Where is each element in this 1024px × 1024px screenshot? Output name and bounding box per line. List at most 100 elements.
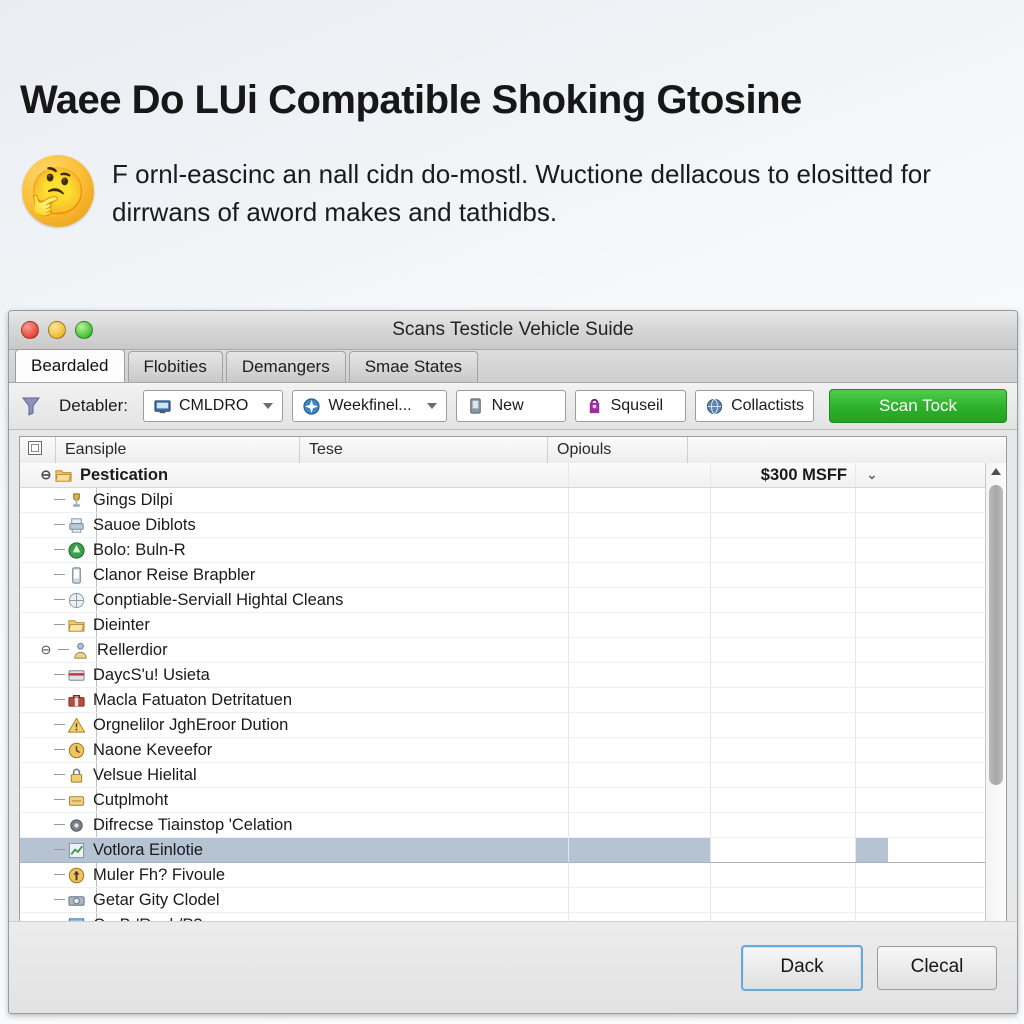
tab-demangers[interactable]: Demangers bbox=[225, 351, 346, 382]
page-title: Waee Do LUi Compatible Shoking Gtosine bbox=[20, 78, 802, 122]
table-row[interactable]: DaycS'u! Usieta bbox=[20, 663, 1006, 688]
scroll-up-arrow[interactable] bbox=[986, 463, 1006, 480]
collactists-button[interactable]: Collactists bbox=[695, 390, 814, 422]
tree-header-grid-toggle[interactable] bbox=[20, 437, 56, 463]
globe-icon bbox=[705, 397, 724, 416]
thinking-face-emoji: 🤔 bbox=[22, 155, 94, 227]
table-row[interactable]: Votlora Einlotie bbox=[20, 838, 1006, 863]
window-controls bbox=[9, 321, 93, 339]
lock-icon bbox=[67, 766, 86, 785]
table-row[interactable]: ⊖ Pestication $300 MSFF ⌄ bbox=[20, 463, 1006, 488]
row-value: $300 MSFF bbox=[710, 463, 855, 487]
vertical-scroll-thumb[interactable] bbox=[989, 485, 1003, 785]
chart-icon bbox=[67, 841, 86, 860]
article-intro: 🤔 F ornl-eascinc an nall cidn do-mostl. … bbox=[22, 155, 1007, 231]
app-window: Scans Testicle Vehicle Suide Beardaled F… bbox=[8, 310, 1018, 1014]
gear-icon bbox=[67, 816, 86, 835]
arrow-up-icon bbox=[67, 866, 86, 885]
person-icon bbox=[71, 641, 90, 660]
folder-open-icon bbox=[54, 466, 73, 485]
row-label: Clanor Reise Brapbler bbox=[93, 565, 256, 584]
table-row[interactable]: Sauoe Diblots bbox=[20, 513, 1006, 538]
collactists-button-label: Collactists bbox=[731, 397, 804, 414]
compass-icon bbox=[302, 397, 321, 416]
clock-icon bbox=[67, 741, 86, 760]
bag-icon bbox=[585, 397, 604, 416]
collapse-toggle-icon[interactable]: ⊖ bbox=[38, 467, 54, 483]
tree-header: Eansiple Tese Opiouls bbox=[20, 437, 1006, 464]
wheel-combo[interactable]: Weekfinel... bbox=[292, 390, 447, 422]
trophy-icon bbox=[67, 491, 86, 510]
table-row[interactable]: Gings Dilpi bbox=[20, 488, 1006, 513]
column-header-tese[interactable]: Tese bbox=[300, 437, 548, 463]
row-label: Gings Dilpi bbox=[93, 490, 173, 509]
table-row[interactable]: Dieinter bbox=[20, 613, 1006, 638]
squseil-button-label: Squseil bbox=[610, 397, 664, 414]
monitor-icon bbox=[153, 397, 172, 416]
camera-icon bbox=[67, 891, 86, 910]
new-button-label: New bbox=[491, 397, 524, 414]
table-row[interactable]: Velsue Hielital bbox=[20, 763, 1006, 788]
page-root: Waee Do LUi Compatible Shoking Gtosine 🤔… bbox=[0, 0, 1024, 1024]
table-row[interactable]: Clanor Reise Brapbler bbox=[20, 563, 1006, 588]
row-label: Dieinter bbox=[93, 615, 150, 634]
device-icon bbox=[466, 397, 485, 416]
vehicle-combo[interactable]: CMLDRO bbox=[142, 390, 284, 422]
toolbar-label: Detabler: bbox=[59, 396, 128, 415]
row-label: Naone Keveefor bbox=[93, 740, 213, 759]
squseil-button[interactable]: Squseil bbox=[574, 390, 687, 422]
row-label: Pestication bbox=[80, 465, 169, 484]
inbox-icon bbox=[67, 791, 86, 810]
maximize-button[interactable] bbox=[75, 321, 93, 339]
row-label: Macla Fatuaton Detritatuen bbox=[93, 690, 293, 709]
toolbox-icon bbox=[67, 691, 86, 710]
tab-smae-states[interactable]: Smae States bbox=[348, 351, 479, 382]
table-row[interactable]: Conptiable-Serviall Hightal Cleans bbox=[20, 588, 1006, 613]
column-header-spacer bbox=[688, 437, 718, 463]
tab-flobities[interactable]: Flobities bbox=[127, 351, 223, 382]
table-row[interactable]: ⊖ Rellerdior bbox=[20, 638, 1006, 663]
grid-icon bbox=[28, 441, 42, 455]
table-row[interactable]: Macla Fatuaton Detritatuen bbox=[20, 688, 1006, 713]
tab-bar: Beardaled Flobities Demangers Smae State… bbox=[9, 349, 1017, 383]
column-header-eansiple[interactable]: Eansiple bbox=[56, 437, 300, 463]
phone-icon bbox=[67, 566, 86, 585]
table-row[interactable]: Difrecse Tiainstop 'Celation bbox=[20, 813, 1006, 838]
dack-button[interactable]: Dack bbox=[741, 944, 863, 991]
column-header-opiouls[interactable]: Opiouls bbox=[548, 437, 688, 463]
table-row[interactable]: Naone Keveefor bbox=[20, 738, 1006, 763]
table-row[interactable]: Getar Gity Clodel bbox=[20, 888, 1006, 913]
chevron-down-icon bbox=[263, 403, 274, 409]
table-row[interactable]: Cutplmoht bbox=[20, 788, 1006, 813]
tab-beardaled[interactable]: Beardaled bbox=[15, 349, 125, 382]
scan-tock-button[interactable]: Scan Tock bbox=[829, 389, 1007, 423]
table-row[interactable]: Orgnelilor JghEroor Dution bbox=[20, 713, 1006, 738]
table-row[interactable]: Muler Fh? Fivoule bbox=[20, 863, 1006, 888]
window-title: Scans Testicle Vehicle Suide bbox=[392, 319, 634, 340]
folder-icon bbox=[67, 616, 86, 635]
row-label: Bolo: Buln-R bbox=[93, 540, 186, 559]
card-icon bbox=[67, 666, 86, 685]
new-button[interactable]: New bbox=[455, 390, 566, 422]
tree-rows: ⊖ Pestication $300 MSFF ⌄ Gings Dilpi Sa… bbox=[20, 463, 1006, 947]
close-button[interactable] bbox=[21, 321, 39, 339]
tree-view: Eansiple Tese Opiouls ⊖ Pestication $300… bbox=[19, 436, 1007, 962]
window-titlebar: Scans Testicle Vehicle Suide bbox=[9, 311, 1017, 350]
clecal-button[interactable]: Clecal bbox=[877, 945, 997, 990]
row-label: Difrecse Tiainstop 'Celation bbox=[93, 815, 293, 834]
row-menu-icon[interactable]: ⌄ bbox=[855, 463, 888, 487]
collapse-toggle-icon[interactable]: ⊖ bbox=[38, 642, 54, 658]
window-footer: Dack Clecal bbox=[9, 921, 1017, 1013]
toolbar: Detabler: CMLDRO Weekfinel... New Squsei… bbox=[9, 383, 1017, 430]
chevron-down-icon bbox=[426, 403, 437, 409]
row-label: DaycS'u! Usieta bbox=[93, 665, 210, 684]
row-label: Getar Gity Clodel bbox=[93, 890, 220, 909]
vertical-scrollbar[interactable] bbox=[985, 463, 1006, 947]
row-label: Velsue Hielital bbox=[93, 765, 197, 784]
row-label: Cutplmoht bbox=[93, 790, 169, 809]
table-row[interactable]: Bolo: Buln-R bbox=[20, 538, 1006, 563]
printer-icon bbox=[67, 516, 86, 535]
minimize-button[interactable] bbox=[48, 321, 66, 339]
funnel-icon bbox=[19, 394, 43, 418]
article-body-text: F ornl-eascinc an nall cidn do-mostl. Wu… bbox=[112, 159, 931, 228]
